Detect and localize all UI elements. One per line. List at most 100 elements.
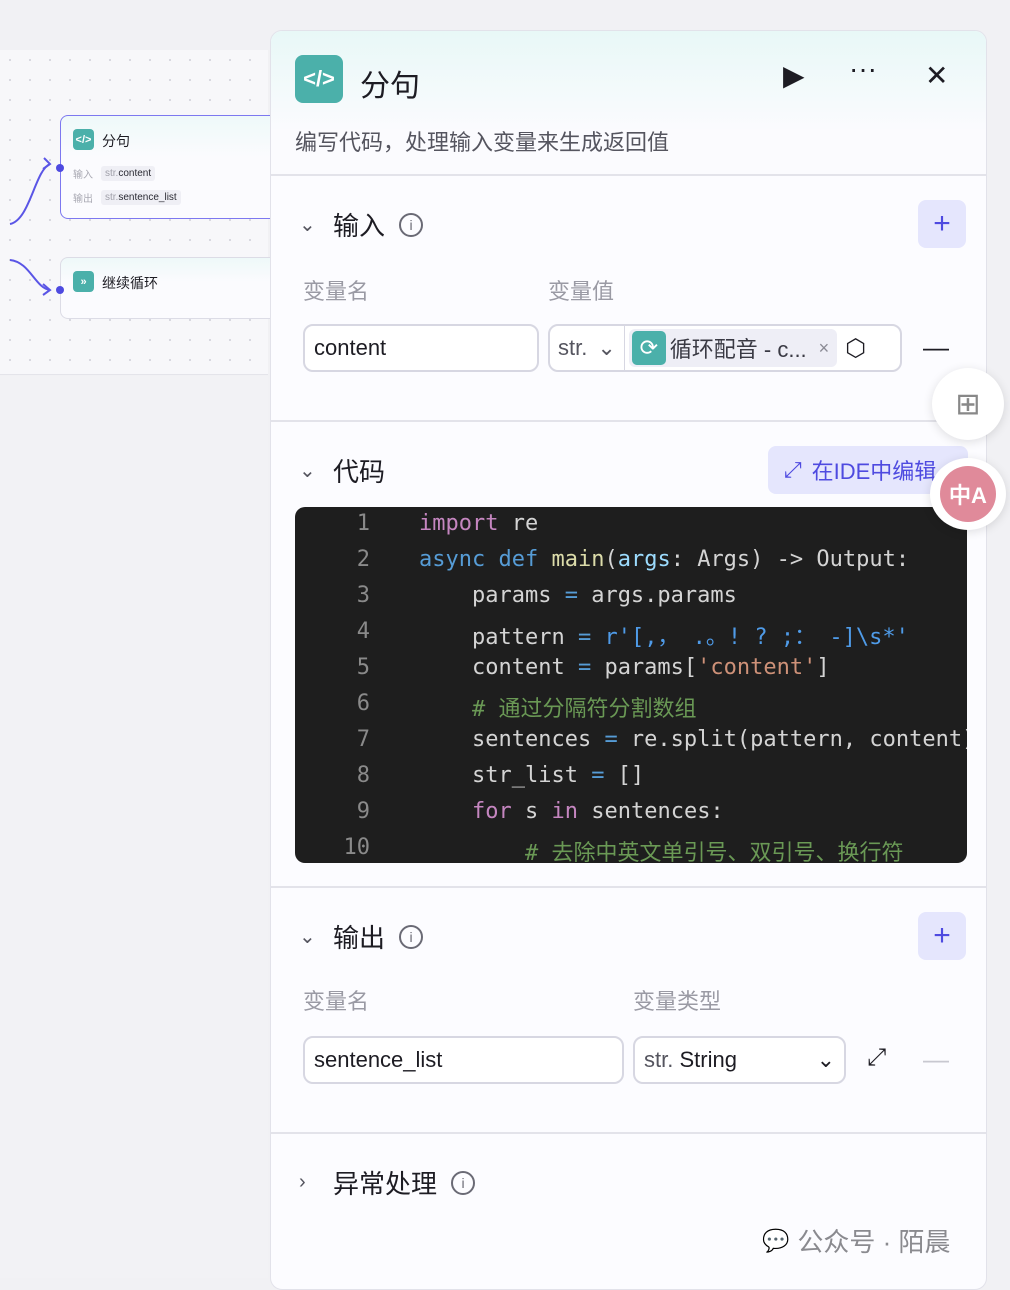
type-select[interactable]: str. ⌄ bbox=[550, 326, 625, 370]
line-number: 7 bbox=[356, 727, 370, 752]
close-button[interactable]: ✕ bbox=[925, 59, 948, 92]
section-title: 输入 bbox=[333, 211, 386, 241]
code-token: content bbox=[419, 655, 578, 680]
line-number: 4 bbox=[356, 619, 370, 644]
chevron-down-icon: ⌄ bbox=[816, 1047, 835, 1072]
more-button[interactable]: ··· bbox=[849, 53, 877, 85]
info-icon[interactable]: i bbox=[451, 1170, 476, 1195]
variable-name-input[interactable]: content bbox=[303, 324, 539, 372]
chevron-down-icon[interactable]: ⌄ bbox=[299, 924, 319, 949]
info-icon[interactable]: i bbox=[399, 212, 424, 237]
code-token: = bbox=[577, 625, 592, 650]
code-line: pattern = r'[,， .。! ? ;： -]\s*' bbox=[419, 619, 909, 651]
apps-ai-icon[interactable]: ⊞ bbox=[932, 368, 1004, 440]
node-split-sentence[interactable]: </> 分句 输入 str.content 输出 str.sentence_list bbox=[56, 115, 280, 219]
code-token: re bbox=[498, 511, 539, 536]
watermark: 💬 公众号 · 陌晨 bbox=[762, 1227, 951, 1257]
code-line: # 去除中英文单引号、双引号、换行符 bbox=[419, 835, 904, 863]
code-line: str_list = [] bbox=[419, 763, 644, 788]
code-token: ] bbox=[816, 655, 830, 680]
code-token: s bbox=[511, 799, 552, 824]
input-section: ⌄ 输入 i + 变量名 变量值 content str. ⌄ ⟳ 循环配音 - c.… bbox=[271, 176, 986, 422]
remove-icon[interactable]: × bbox=[819, 338, 830, 359]
output-label: 输出 bbox=[73, 194, 93, 205]
input-port[interactable] bbox=[56, 164, 64, 172]
code-line: for s in sentences: bbox=[419, 799, 724, 824]
code-line: import re bbox=[419, 511, 538, 536]
section-title: 代码 bbox=[333, 457, 386, 487]
line-number: 3 bbox=[356, 583, 370, 608]
code-token: pattern bbox=[419, 625, 578, 650]
panel-header: </> 分句 ▶ ··· ✕ 编写代码，处理输入变量来生成返回值 bbox=[271, 31, 986, 176]
code-line: content = params['content'] bbox=[419, 655, 830, 680]
code-token: params bbox=[419, 583, 565, 608]
chevron-down-icon: ⌄ bbox=[597, 335, 616, 360]
code-token: ( bbox=[604, 547, 618, 572]
node-config-panel: </> 分句 ▶ ··· ✕ 编写代码，处理输入变量来生成返回值 ⌄ 输入 i + … bbox=[270, 30, 987, 1290]
node-title: 继续循环 bbox=[102, 275, 158, 291]
output-name-input[interactable]: sentence_list bbox=[303, 1036, 624, 1084]
remove-output-button[interactable]: — bbox=[923, 1044, 949, 1075]
run-button[interactable]: ▶ bbox=[783, 59, 805, 92]
wechat-icon: 💬 bbox=[762, 1227, 790, 1253]
line-number: 1 bbox=[356, 511, 370, 536]
section-title: 输出 bbox=[333, 923, 386, 953]
workflow-canvas[interactable]: </> 分句 输入 str.content 输出 str.sentence_list… bbox=[0, 50, 280, 375]
node-title: 分句 bbox=[102, 133, 130, 149]
code-icon: </> bbox=[295, 55, 343, 103]
line-number: 5 bbox=[356, 655, 370, 680]
translate-icon: 中A bbox=[940, 466, 996, 522]
code-editor[interactable]: 1 import re 2 async def main(args: Args) ->… bbox=[295, 507, 967, 863]
line-number: 2 bbox=[356, 547, 370, 572]
reference-tag[interactable]: ⟳ 循环配音 - c... × bbox=[628, 329, 838, 367]
loop-icon: ⟳ bbox=[631, 331, 666, 365]
code-token: [] bbox=[604, 763, 645, 788]
info-icon[interactable]: i bbox=[399, 924, 424, 949]
output-type-select[interactable]: str. String ⌄ bbox=[633, 1036, 846, 1084]
col-label: 变量类型 bbox=[633, 989, 722, 1014]
code-token: async bbox=[419, 547, 486, 572]
code-token: args bbox=[617, 547, 671, 572]
code-token: re.split(pattern, content) bbox=[617, 727, 967, 752]
line-number: 9 bbox=[356, 799, 370, 824]
code-token: def bbox=[498, 547, 539, 572]
expand-icon: ⤢ bbox=[784, 457, 802, 482]
line-number: 6 bbox=[356, 691, 370, 716]
input-label: 输入 bbox=[73, 170, 93, 181]
code-line: sentences = re.split(pattern, content) bbox=[419, 727, 967, 752]
code-line: params = args.params bbox=[419, 583, 737, 608]
chevron-right-icon[interactable]: › bbox=[299, 1171, 319, 1194]
continue-icon: » bbox=[73, 271, 94, 292]
node-continue-loop[interactable]: » 继续循环 bbox=[56, 257, 280, 319]
panel-title: 分句 bbox=[360, 70, 420, 103]
code-token: = bbox=[577, 655, 592, 680]
code-token: = bbox=[591, 763, 605, 788]
remove-input-button[interactable]: — bbox=[923, 332, 949, 363]
col-label: 变量名 bbox=[303, 989, 370, 1014]
chevron-down-icon[interactable]: ⌄ bbox=[299, 212, 319, 237]
canvas-background bbox=[0, 376, 268, 1278]
code-token: # 去除中英文单引号、双引号、换行符 bbox=[419, 841, 904, 863]
add-input-button[interactable]: + bbox=[918, 200, 966, 248]
line-number: 8 bbox=[356, 763, 370, 788]
translate-button[interactable]: 中A bbox=[930, 458, 1006, 530]
code-token: : Args) -> Output: bbox=[670, 547, 910, 572]
input-port[interactable] bbox=[56, 286, 64, 294]
col-label: 变量名 bbox=[303, 279, 370, 304]
code-icon: </> bbox=[73, 129, 94, 150]
code-token: in bbox=[551, 799, 578, 824]
variable-value-field[interactable]: str. ⌄ ⟳ 循环配音 - c... × ⬡ bbox=[548, 324, 902, 372]
input-tag: str.content bbox=[101, 166, 156, 181]
chevron-down-icon[interactable]: ⌄ bbox=[299, 458, 319, 483]
panel-description: 编写代码，处理输入变量来生成返回值 bbox=[295, 130, 670, 155]
code-token: args.params bbox=[577, 583, 737, 608]
expand-icon[interactable]: ⤢ bbox=[867, 1044, 886, 1072]
add-output-button[interactable]: + bbox=[918, 912, 966, 960]
code-token: r'[,， .。! ? ;： -]\s*' bbox=[604, 625, 909, 650]
output-section: ⌄ 输出 i + 变量名 变量类型 sentence_list str. Strin… bbox=[271, 888, 986, 1134]
code-line: async def main(args: Args) -> Output: bbox=[419, 547, 909, 572]
col-label: 变量值 bbox=[548, 279, 615, 304]
variable-picker-icon[interactable]: ⬡ bbox=[845, 334, 866, 363]
